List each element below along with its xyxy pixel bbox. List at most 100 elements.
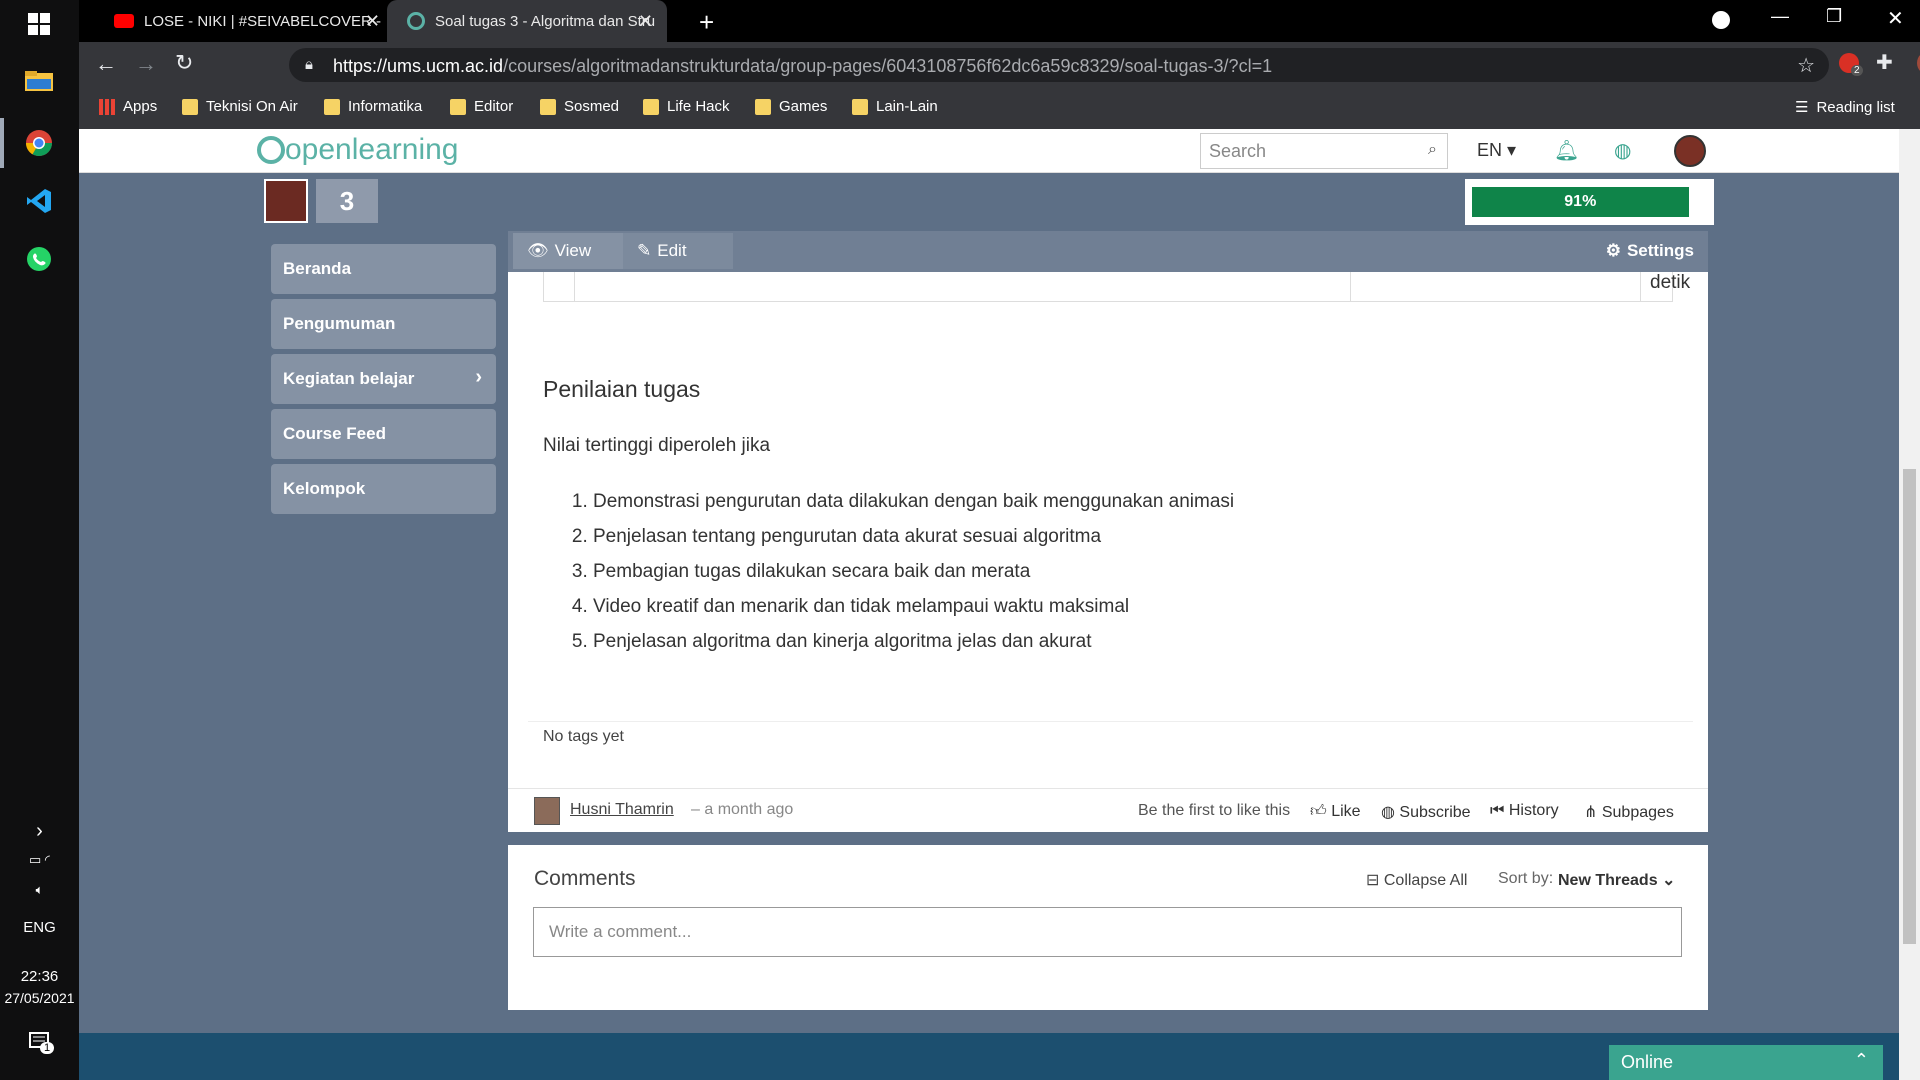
search-input[interactable]: Search ⌕	[1200, 133, 1448, 169]
gear-icon: ⚙	[1605, 241, 1621, 260]
folder-icon	[540, 98, 556, 115]
nav-kelompok[interactable]: Kelompok	[271, 464, 496, 514]
restore-icon[interactable]: ❐	[1826, 6, 1842, 27]
nav-label: Kelompok	[283, 479, 366, 498]
clock-time[interactable]: 22:36	[0, 968, 79, 985]
settings-label: Settings	[1626, 241, 1694, 260]
scrollbar-thumb[interactable]	[1903, 469, 1916, 944]
notification-icon[interactable]: 1	[0, 1030, 79, 1058]
online-chat-button[interactable]: Online ⌃	[1609, 1045, 1883, 1080]
tab-search-icon[interactable]	[1712, 11, 1730, 29]
close-icon[interactable]: ✕	[638, 11, 653, 32]
tab-youtube[interactable]: LOSE - NIKI | #SEIVABELCOVER - ✕	[94, 0, 394, 42]
chevron-down-icon: ⌄	[1662, 872, 1676, 889]
caret-down-icon: ▾	[1507, 140, 1517, 160]
apps-grid-icon	[99, 98, 115, 115]
intro-text: Nilai tertinggi diperoleh jika	[543, 435, 771, 456]
edit-label: Edit	[657, 241, 687, 260]
user-avatar[interactable]	[1674, 135, 1706, 167]
vscode-icon[interactable]	[20, 182, 58, 220]
chevron-up-icon: ⌃	[1853, 1050, 1869, 1070]
bookmark-games[interactable]: Games	[755, 98, 827, 115]
bookmark-label: Sosmed	[564, 98, 620, 115]
bookmark-editor[interactable]: Editor	[450, 98, 513, 115]
window-close-icon[interactable]: ✕	[1887, 6, 1904, 31]
course-avatar[interactable]	[264, 179, 308, 223]
settings-button[interactable]: ⚙ Settings	[1592, 233, 1708, 269]
page-scrollbar[interactable]	[1899, 129, 1920, 1080]
bookmark-apps[interactable]: Apps	[99, 98, 157, 115]
nav-pengumuman[interactable]: Pengumuman	[271, 299, 496, 349]
file-explorer-icon[interactable]	[20, 62, 58, 100]
sort-value: New Threads	[1558, 872, 1658, 889]
back-icon[interactable]: ←	[95, 51, 117, 77]
view-label: View	[554, 241, 592, 260]
url-host: https://ums.ucm.ac.id	[333, 56, 504, 76]
collapse-all-button[interactable]: ⊟ Collapse All	[1366, 870, 1467, 890]
folder-icon	[643, 98, 659, 115]
subpages-button[interactable]: ⋔ Subpages	[1584, 802, 1674, 822]
bookmark-sosmed[interactable]: Sosmed	[540, 98, 619, 115]
minimize-icon[interactable]: —	[1771, 6, 1789, 27]
bookmark-life-hack[interactable]: Life Hack	[643, 98, 730, 115]
bell-icon[interactable]: 🔔︎	[1554, 138, 1579, 163]
close-icon[interactable]: ✕	[365, 11, 380, 32]
windows-start-icon[interactable]	[20, 5, 58, 43]
extension-alert-icon[interactable]: 2	[1839, 53, 1863, 76]
whatsapp-icon[interactable]	[20, 240, 58, 278]
bookmark-lain-lain[interactable]: Lain-Lain	[852, 98, 938, 115]
nav-label: Kegiatan belajar	[283, 369, 415, 388]
bookmark-label: Apps	[123, 98, 158, 115]
site-header: openlearning Search ⌕ EN ▾ 🔔︎ ◍	[79, 129, 1899, 173]
folder-icon	[182, 98, 198, 115]
chrome-icon[interactable]	[20, 124, 58, 162]
bookmark-teknisi-on-air[interactable]: Teknisi On Air	[182, 98, 298, 115]
nav-label: Pengumuman	[283, 314, 396, 333]
group-number-badge[interactable]: 3	[316, 179, 378, 223]
reading-list-button[interactable]: ☰ Reading list	[1795, 98, 1895, 117]
sitemap-icon: ⋔	[1584, 804, 1598, 821]
author-link[interactable]: Husni Thamrin	[570, 801, 674, 819]
reading-list-label: Reading list	[1816, 98, 1895, 116]
comment-input[interactable]: Write a comment...	[533, 907, 1682, 957]
like-count-text: Be the first to like this	[1138, 802, 1291, 819]
url-field[interactable]: 🔒︎ https://ums.ucm.ac.id/courses/algorit…	[289, 48, 1829, 82]
subscribe-button[interactable]: ◍ Subscribe	[1381, 802, 1471, 822]
nav-label: Beranda	[283, 259, 352, 278]
clock-date[interactable]: 27/05/2021	[0, 990, 79, 1006]
language-label: EN	[1477, 140, 1503, 160]
sort-dropdown[interactable]: New Threads ⌄	[1558, 870, 1675, 890]
history-button[interactable]: ⏮ History	[1490, 802, 1559, 820]
chevron-right-icon: ›	[475, 366, 482, 388]
tab-title: LOSE - NIKI | #SEIVABELCOVER -	[144, 12, 382, 30]
tab-title: Soal tugas 3 - Algoritma dan Stru	[435, 12, 655, 30]
tab-openlearning[interactable]: Soal tugas 3 - Algoritma dan Stru ✕	[387, 0, 667, 42]
bookmark-label: Life Hack	[667, 98, 730, 115]
nav-kegiatan-belajar[interactable]: Kegiatan belajar ›	[271, 354, 496, 404]
globe-icon[interactable]: ◍	[1614, 138, 1631, 163]
like-button[interactable]: 👍︎ Like	[1310, 802, 1361, 821]
author-avatar[interactable]	[534, 797, 560, 825]
nav-course-feed[interactable]: Course Feed	[271, 409, 496, 459]
puzzle-extensions-icon[interactable]: ✚	[1876, 50, 1893, 75]
new-tab-icon[interactable]: +	[699, 7, 714, 38]
list-item: Penjelasan algoritma dan kinerja algorit…	[593, 629, 1234, 655]
star-icon[interactable]: ☆	[1797, 53, 1815, 78]
nav-beranda[interactable]: Beranda	[271, 244, 496, 294]
reload-icon[interactable]: ↻	[175, 50, 193, 76]
language-dropdown[interactable]: EN ▾	[1477, 140, 1516, 161]
chevron-right-icon[interactable]: ›	[0, 820, 79, 843]
openlearning-logo[interactable]: openlearning	[257, 133, 458, 167]
edit-button[interactable]: ✎ Edit	[623, 233, 733, 269]
tags-text: No tags yet	[543, 728, 624, 745]
search-icon[interactable]: ⌕	[1428, 141, 1437, 159]
active-indicator	[0, 118, 4, 168]
course-bar: 3 91%	[258, 173, 1721, 229]
forward-icon[interactable]: →	[135, 51, 157, 77]
battery-network-icon[interactable]: ▭ ◜	[0, 852, 79, 868]
bookmark-informatika[interactable]: Informatika	[324, 98, 422, 115]
language-indicator[interactable]: ENG	[0, 919, 79, 936]
volume-icon[interactable]: 🔈︎	[0, 882, 79, 898]
view-button[interactable]: 👁︎ View	[513, 233, 623, 269]
lock-icon: 🔒︎	[305, 56, 313, 73]
